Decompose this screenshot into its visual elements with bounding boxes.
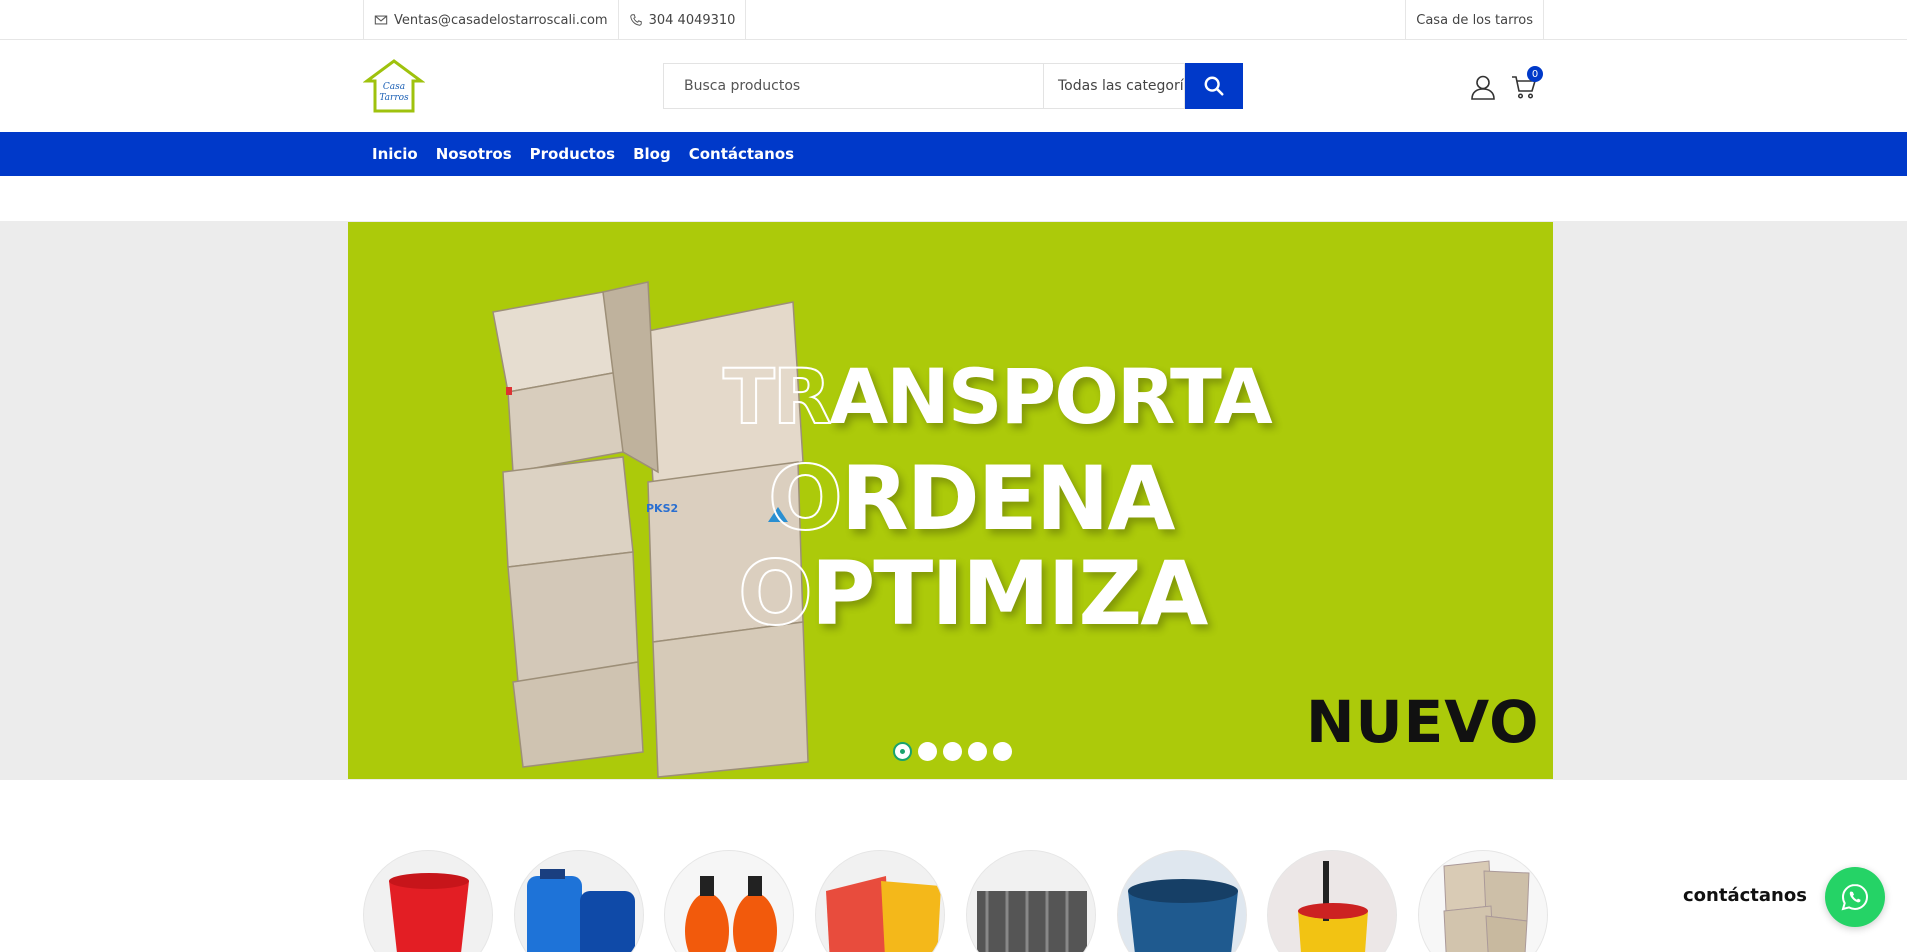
search-form: Todas las categorías <box>663 63 1243 109</box>
box-label: PKS2 <box>646 502 678 515</box>
headline-line-2-outline: O <box>767 446 844 551</box>
search-icon <box>1204 76 1224 96</box>
whatsapp-label[interactable]: contáctanos <box>1683 885 1807 906</box>
header: Casa Tarros Todas las categorías 0 <box>0 40 1907 132</box>
phone-icon <box>629 14 642 26</box>
user-account-icon[interactable] <box>1470 74 1496 100</box>
nav-item-blog[interactable]: Blog <box>624 145 680 163</box>
category-mop-buckets[interactable] <box>1267 850 1398 952</box>
orange-sprayers-image <box>665 851 794 952</box>
nav-item-nosotros[interactable]: Nosotros <box>427 145 521 163</box>
headline-line-1-outline: TR <box>722 351 832 442</box>
headline-line-3-outline: O <box>737 541 814 646</box>
slider-pagination <box>893 742 1012 761</box>
nav-item-inicio[interactable]: Inicio <box>363 145 427 163</box>
category-drums[interactable] <box>513 850 644 952</box>
search-button[interactable] <box>1185 63 1243 109</box>
slider-dot-5[interactable] <box>993 742 1012 761</box>
slider-dot-3[interactable] <box>943 742 962 761</box>
hero-slide[interactable]: PKS2 TRANSPORTA ORDENA OPTIMIZA NUEVO <box>348 222 1553 779</box>
phone-link[interactable]: 304 4049310 <box>617 0 747 40</box>
slider-dot-1[interactable] <box>893 742 912 761</box>
headline-line-1: TRANSPORTA <box>722 351 1273 442</box>
category-tanks[interactable] <box>1116 850 1247 952</box>
store-name-link[interactable]: Casa de los tarros <box>1405 0 1544 40</box>
email-text: Ventas@casadelostarroscali.com <box>394 12 608 28</box>
headline-line-2: ORDENA <box>767 446 1176 551</box>
logo-text-bottom: Tarros <box>379 93 409 103</box>
headline-line-3: OPTIMIZA <box>737 541 1208 646</box>
category-circles <box>363 850 1548 952</box>
slider-dot-4[interactable] <box>968 742 987 761</box>
grey-racks-image <box>966 851 1095 952</box>
cart-count-badge: 0 <box>1527 66 1543 82</box>
plastic-crates-image <box>816 851 945 952</box>
site-logo[interactable]: Casa Tarros <box>363 59 425 113</box>
category-select-value: Todas las categorías <box>1058 78 1184 94</box>
headline-line-2-rest: RDENA <box>840 447 1176 550</box>
phone-text: 304 4049310 <box>648 12 736 28</box>
slider-dot-2[interactable] <box>918 742 937 761</box>
nuevo-badge: NUEVO <box>1306 688 1540 756</box>
category-racks[interactable] <box>965 850 1096 952</box>
category-sprayers[interactable] <box>664 850 795 952</box>
email-link[interactable]: Ventas@casadelostarroscali.com <box>363 0 618 40</box>
yellow-mop-bucket-image <box>1268 851 1397 952</box>
cardboard-boxes-thumb-image <box>1418 851 1547 952</box>
blue-drums-image <box>514 851 643 952</box>
nav-item-productos[interactable]: Productos <box>521 145 624 163</box>
top-bar: Ventas@casadelostarroscali.com 304 40493… <box>0 0 1907 40</box>
headline-line-1-rest: ANSPORTA <box>829 352 1272 441</box>
category-select[interactable]: Todas las categorías <box>1043 63 1185 109</box>
headline-line-3-rest: PTIMIZA <box>810 542 1208 645</box>
category-buckets[interactable] <box>363 850 493 952</box>
whatsapp-icon <box>1841 883 1869 911</box>
main-nav: Inicio Nosotros Productos Blog Contáctan… <box>0 132 1907 176</box>
mail-icon <box>374 15 388 25</box>
whatsapp-button[interactable] <box>1825 867 1885 927</box>
logo-text-top: Casa <box>383 82 405 92</box>
store-name-text: Casa de los tarros <box>1416 12 1533 28</box>
nav-item-contactanos[interactable]: Contáctanos <box>680 145 803 163</box>
search-input[interactable] <box>663 63 1043 109</box>
water-tank-image <box>1117 851 1246 952</box>
red-bucket-image <box>364 851 492 952</box>
category-boxes[interactable] <box>1417 850 1548 952</box>
category-crates[interactable] <box>815 850 946 952</box>
